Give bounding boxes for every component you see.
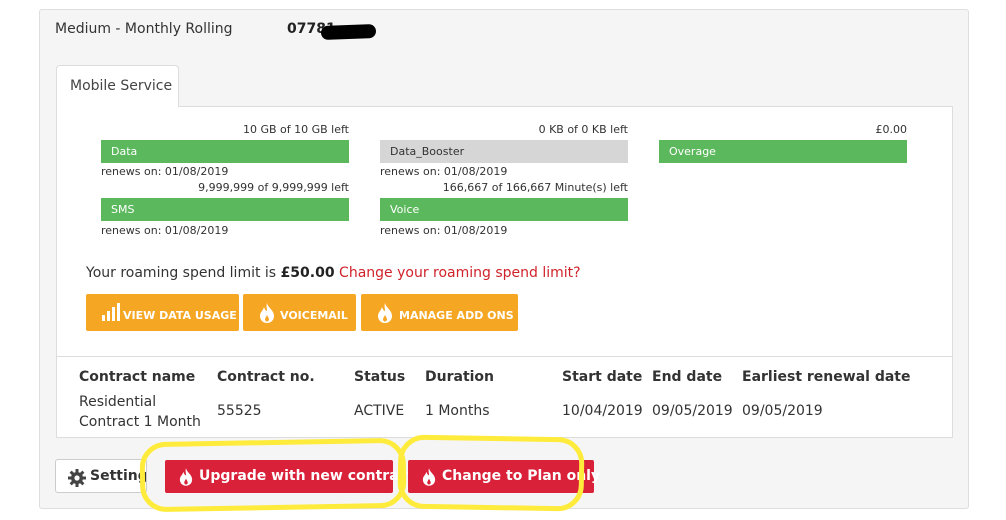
flame-icon [260, 303, 274, 323]
contract-name-line-1: Residential [79, 394, 157, 410]
roaming-limit-amount: £50.00 [280, 265, 335, 281]
roaming-limit-text: Your roaming spend limit is £50.00 Chang… [86, 265, 581, 281]
data-allowance-bar: Data [101, 140, 349, 163]
view-data-usage-button[interactable]: VIEW DATA USAGE [86, 294, 239, 331]
manage-add-ons-button[interactable]: MANAGE ADD ONS [361, 294, 518, 331]
cell-status: ACTIVE [354, 403, 405, 419]
data-booster-allowance-bar: Data_Booster [380, 140, 628, 163]
panel-divider [57, 356, 952, 357]
sms-quantity: 9,999,999 of 9,999,999 left [198, 181, 349, 194]
flame-icon [378, 303, 392, 323]
highlight-circle-upgrade [139, 437, 407, 513]
manage-add-ons-label: MANAGE ADD ONS [399, 309, 514, 322]
roaming-limit-prefix: Your roaming spend limit is [86, 265, 277, 281]
gear-icon [68, 469, 86, 487]
header-duration: Duration [425, 369, 495, 385]
header-contract-name: Contract name [79, 369, 196, 385]
data-booster-quantity: 0 KB of 0 KB left [538, 123, 628, 136]
data-booster-renew-date: renews on: 01/08/2019 [380, 165, 508, 178]
overage-amount: £0.00 [875, 123, 908, 136]
settings-label: Settings [90, 468, 147, 484]
contract-name-line-2: Contract 1 Month [79, 414, 201, 430]
phone-redaction-mark [320, 24, 377, 40]
header-earliest-renewal-date: Earliest renewal date [742, 369, 911, 385]
sms-renew-date: renews on: 01/08/2019 [101, 224, 229, 237]
view-data-usage-label: VIEW DATA USAGE [123, 309, 237, 322]
header-contract-number: Contract no. [217, 369, 315, 385]
tab-mobile-service[interactable]: Mobile Service [56, 65, 179, 107]
settings-button[interactable]: Settings [55, 459, 147, 493]
cell-start-date: 10/04/2019 [562, 403, 643, 419]
voicemail-button[interactable]: VOICEMAIL [243, 294, 356, 331]
header-start-date: Start date [562, 369, 643, 385]
voice-quantity: 166,667 of 166,667 Minute(s) left [442, 181, 628, 194]
signal-bars-icon [102, 303, 120, 321]
plan-name: Medium - Monthly Rolling [55, 21, 233, 37]
voicemail-label: VOICEMAIL [280, 309, 348, 322]
cell-earliest-renewal-date: 09/05/2019 [742, 403, 823, 419]
cell-end-date: 09/05/2019 [652, 403, 733, 419]
sms-allowance-bar: SMS [101, 198, 349, 221]
cell-duration: 1 Months [425, 403, 490, 419]
data-renew-date: renews on: 01/08/2019 [101, 165, 229, 178]
header-end-date: End date [652, 369, 723, 385]
cell-contract-name: Residential Contract 1 Month [79, 392, 201, 432]
overage-allowance-bar: Overage [659, 140, 907, 163]
highlight-circle-change-plan [397, 434, 585, 512]
voice-renew-date: renews on: 01/08/2019 [380, 224, 508, 237]
header-status: Status [354, 369, 406, 385]
change-roaming-limit-link[interactable]: Change your roaming spend limit? [339, 265, 581, 281]
data-quantity: 10 GB of 10 GB left [242, 123, 349, 136]
cell-contract-number: 55525 [217, 403, 262, 419]
voice-allowance-bar: Voice [380, 198, 628, 221]
